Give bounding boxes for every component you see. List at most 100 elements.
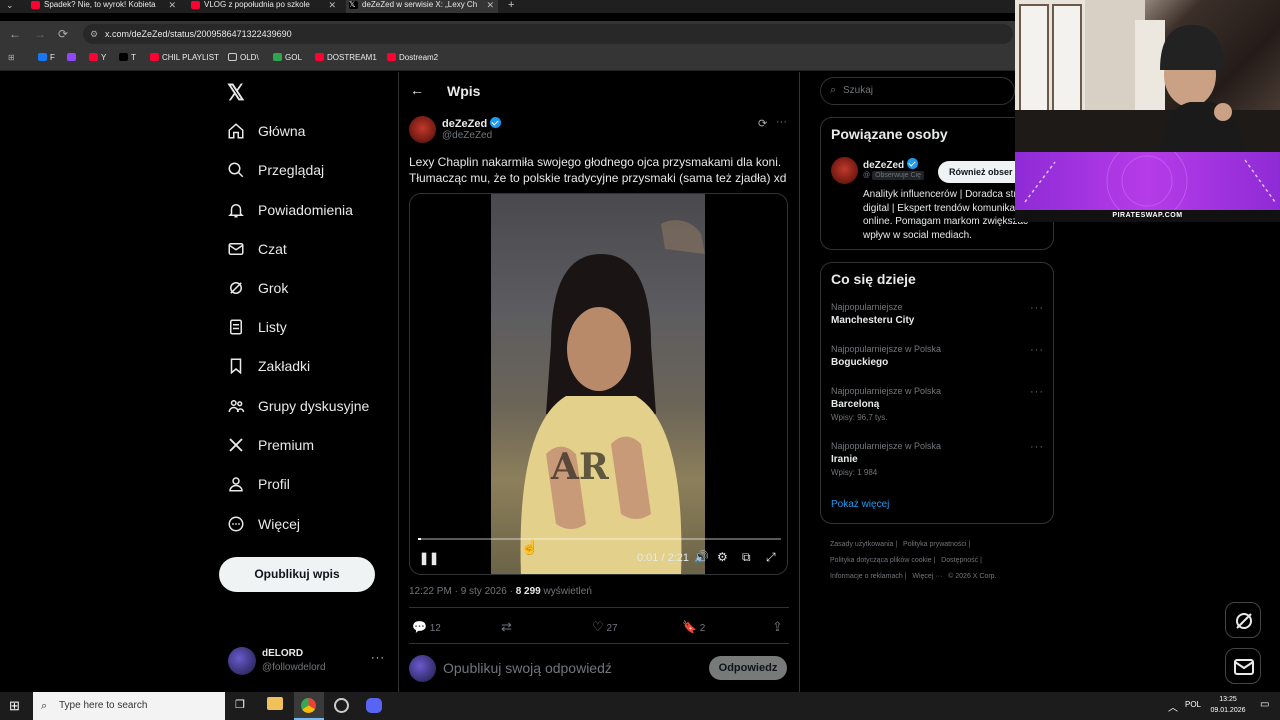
nav-item-more[interactable]: Więcej [227, 510, 300, 538]
video-player[interactable]: AR ❚❚ 0:01 / 2:21 🔊 ⚙ ⧉ ⤢ ☝ [409, 193, 788, 575]
related-name[interactable]: deZeZed [863, 158, 918, 171]
grok-float-button[interactable] [1225, 602, 1261, 638]
bookmark-item[interactable]: F [38, 53, 55, 62]
author-name[interactable]: deZeZed [442, 117, 502, 130]
verified-badge-icon [490, 117, 502, 128]
bookmark-folder[interactable]: OLD\ [228, 53, 259, 62]
reply-input[interactable]: Opublikuj swoją odpowiedź [443, 660, 612, 676]
back-arrow-icon[interactable]: ← [410, 82, 424, 98]
list-icon [230, 319, 242, 335]
taskbar-clock[interactable]: 13:25 09.01.2026 [1208, 694, 1248, 716]
bookmark-item[interactable]: CHIL PLAYLIST [150, 53, 219, 62]
footer-link[interactable]: Zasady użytkowania [830, 541, 893, 548]
search-input[interactable]: ⌕ Szukaj [820, 77, 1015, 105]
tab-list-chevron-icon[interactable]: ⌄ [6, 0, 14, 11]
nav-item-notifications[interactable]: Powiadomienia [227, 196, 353, 224]
nav-item-bookmarks[interactable]: Zakładki [227, 352, 310, 380]
volume-icon[interactable]: 🔊 [694, 550, 709, 564]
forward-icon[interactable]: → [34, 27, 46, 41]
reply-action[interactable]: 💬 12 [412, 620, 441, 634]
nav-label: Premium [258, 437, 315, 453]
account-menu-icon[interactable]: ··· [371, 652, 385, 664]
browser-tab[interactable]: VLOG z popołudnia po szkole ✕ [188, 0, 340, 13]
bookmark-item[interactable]: Dostream2 [387, 53, 438, 62]
windows-start-icon[interactable]: ⊞ [9, 698, 20, 714]
trend-item[interactable]: Najpopularniejsze Manchesteru City [831, 302, 1041, 326]
file-explorer-icon[interactable] [267, 697, 283, 710]
bookmark-item[interactable]: T [119, 53, 136, 62]
close-tab-icon[interactable]: ✕ [328, 0, 336, 10]
site-info-icon[interactable]: ⚙ [90, 24, 98, 44]
like-action[interactable]: ♡ 27 [592, 619, 618, 635]
tray-chevron-icon[interactable]: ︿ [1168, 699, 1178, 714]
trend-more-icon[interactable]: ··· [1030, 344, 1044, 356]
trend-item[interactable]: Najpopularniejsze w Polska Iranie Wpisy:… [831, 441, 1041, 477]
trend-item[interactable]: Najpopularniejsze w Polska Boguckiego [831, 344, 1041, 368]
show-more-link[interactable]: Pokaż więcej [831, 499, 889, 510]
follow-back-button[interactable]: Również obser [938, 161, 1015, 183]
footer-link[interactable]: Informacje o reklamach [830, 573, 903, 580]
footer-link[interactable]: Polityka prywatności [903, 541, 966, 548]
notification-icon[interactable]: ▭ [1260, 699, 1269, 710]
pause-icon[interactable]: ❚❚ [419, 551, 439, 565]
nav-item-premium[interactable]: Premium [227, 431, 314, 459]
related-avatar[interactable] [831, 157, 858, 184]
browser-tab-active[interactable]: 𝕏 deZeZed w serwisie X: „Lexy Ch ✕ [346, 0, 498, 13]
bookmark-item[interactable]: Y [89, 53, 106, 62]
close-tab-icon[interactable]: ✕ [486, 0, 494, 10]
language-indicator[interactable]: POL [1185, 700, 1201, 709]
grok-explain-icon[interactable]: ⟳ [758, 117, 767, 130]
obs-icon[interactable] [334, 698, 349, 713]
nav-item-chat[interactable]: Czat [227, 235, 287, 263]
taskbar-search[interactable]: ⌕ Type here to search [33, 692, 225, 720]
views-count: 8 299 [515, 586, 541, 597]
nav-item-explore[interactable]: Przeglądaj [227, 156, 324, 184]
new-tab-icon[interactable]: + [508, 0, 514, 11]
settings-gear-icon[interactable]: ⚙ [717, 550, 728, 564]
trend-name: Manchesteru City [831, 315, 915, 326]
pip-icon[interactable]: ⧉ [742, 550, 751, 565]
banner-pattern [1024, 140, 1276, 222]
video-progress-track[interactable] [418, 538, 781, 540]
browser-tab[interactable]: Spadek? Nie, to wyrok! Kobieta ✕ [28, 0, 180, 13]
back-icon[interactable]: ← [9, 27, 21, 41]
divider [409, 607, 789, 608]
nav-label: Więcej [258, 516, 301, 532]
fullscreen-icon[interactable]: ⤢ [766, 550, 776, 565]
trend-item[interactable]: Najpopularniejsze w Polska Barceloną Wpi… [831, 386, 1041, 422]
post-more-icon[interactable]: ··· [776, 116, 787, 128]
bookmark-item[interactable]: GOL [273, 53, 302, 62]
post-button[interactable]: Opublikuj wpis [219, 557, 375, 592]
reply-button[interactable]: Odpowiedz [709, 656, 787, 680]
share-icon[interactable]: ⇪ [772, 619, 783, 635]
discord-icon[interactable] [366, 698, 382, 713]
footer-link[interactable]: Polityka dotycząca plików cookie [830, 557, 932, 564]
repost-icon[interactable]: ⇄ [501, 619, 512, 635]
reload-icon[interactable]: ⟳ [58, 27, 68, 41]
task-view-icon[interactable]: ❐ [235, 698, 245, 711]
bookmark-item[interactable]: DOSTREAM1 [315, 53, 377, 62]
account-avatar[interactable] [228, 647, 256, 675]
nav-item-home[interactable]: Główna [227, 117, 305, 145]
nav-item-grok[interactable]: Grok [227, 274, 288, 302]
url-field[interactable]: ⚙ x.com/deZeZed/status/20095864713224396… [83, 24, 1013, 44]
grok-icon [230, 282, 242, 294]
nav-item-lists[interactable]: Listy [227, 313, 287, 341]
trend-count: Wpisy: 1 984 [831, 468, 878, 477]
taskbar-chrome-active[interactable] [294, 692, 324, 720]
nav-item-communities[interactable]: Grupy dyskusyjne [227, 392, 369, 420]
trend-name: Iranie [831, 454, 858, 465]
trend-more-icon[interactable]: ··· [1030, 302, 1044, 314]
trend-more-icon[interactable]: ··· [1030, 441, 1044, 453]
footer-link[interactable]: Więcej ··· [912, 573, 942, 580]
bookmark-item[interactable] [67, 53, 79, 62]
nav-item-profile[interactable]: Profil [227, 470, 290, 498]
messages-float-button[interactable] [1225, 648, 1261, 684]
close-tab-icon[interactable]: ✕ [168, 0, 176, 10]
apps-grid-icon[interactable]: ⊞ [8, 53, 15, 62]
trend-more-icon[interactable]: ··· [1030, 386, 1044, 398]
bookmark-action[interactable]: 🔖 2 [682, 620, 705, 634]
footer-link[interactable]: Dostępność [941, 557, 978, 564]
author-avatar[interactable] [409, 116, 436, 143]
x-logo-icon[interactable]: 𝕏 [227, 80, 245, 106]
